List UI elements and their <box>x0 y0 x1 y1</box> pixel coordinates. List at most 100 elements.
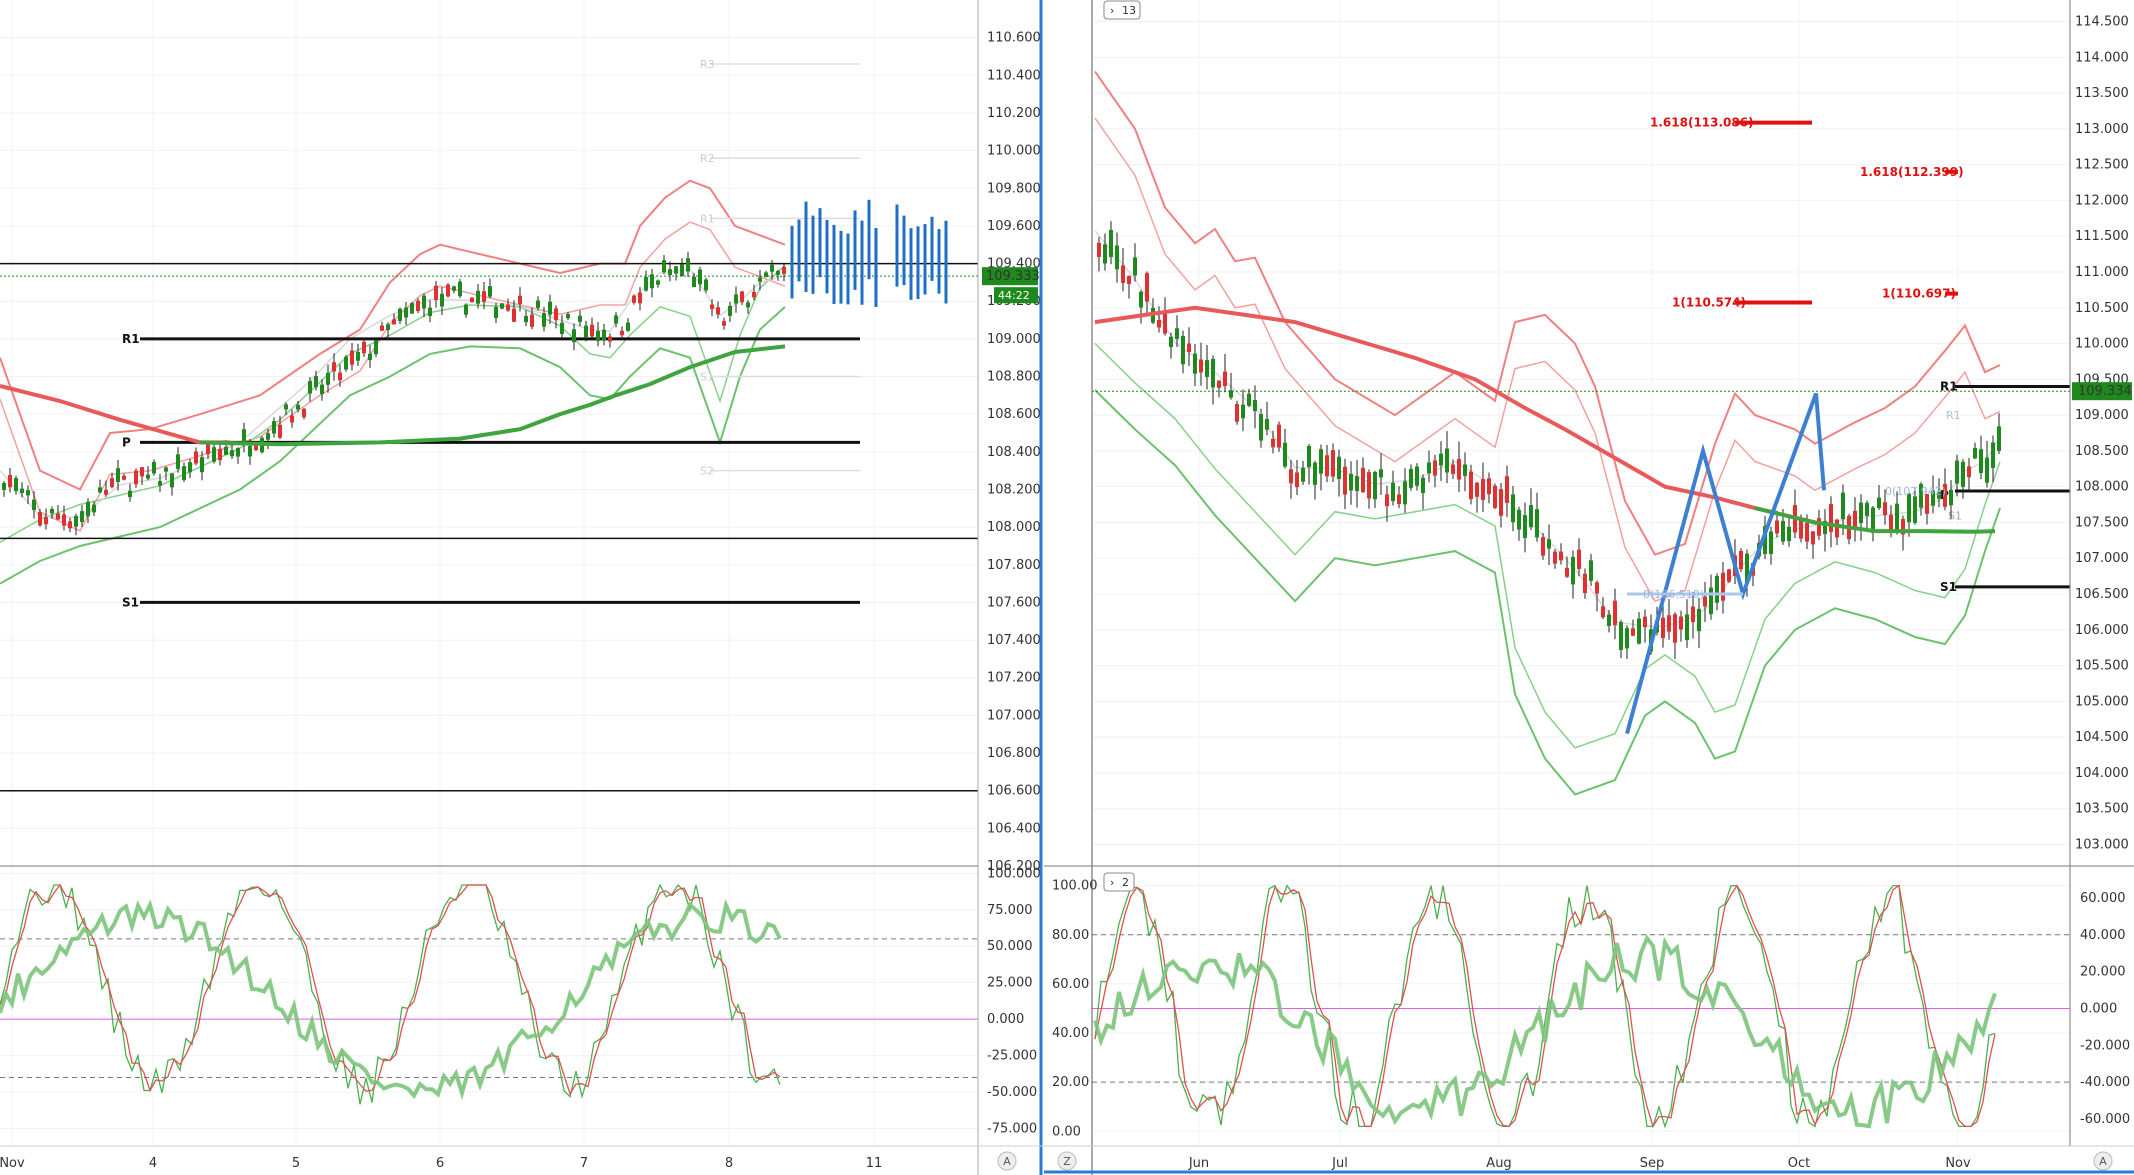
left-candle-body[interactable] <box>530 314 534 327</box>
left-candle-body[interactable] <box>74 515 78 527</box>
study-badge-osc[interactable]: › 2 <box>1103 872 1135 892</box>
right-candle-body[interactable] <box>1613 600 1617 626</box>
right-candle-body[interactable] <box>1739 550 1743 570</box>
right-candle-body[interactable] <box>1805 522 1809 542</box>
right-candle-body[interactable] <box>1535 509 1539 538</box>
right-chart-pane[interactable]: 1.618(113.086) 1.618(112.399) 1(110.574) 1(… <box>1044 0 2134 1175</box>
left-candle-body[interactable] <box>554 308 558 321</box>
right-candle-body[interactable] <box>1499 489 1503 516</box>
right-candle-body[interactable] <box>1349 473 1353 491</box>
right-candle-body[interactable] <box>1283 442 1287 467</box>
left-candle-body[interactable] <box>104 489 108 495</box>
right-candle-body[interactable] <box>1853 510 1857 529</box>
left-candle-body[interactable] <box>470 297 474 302</box>
left-candle-body[interactable] <box>632 295 636 303</box>
left-candle-body[interactable] <box>326 372 330 385</box>
right-candle-body[interactable] <box>1625 628 1629 649</box>
right-candle-body[interactable] <box>1673 614 1677 643</box>
right-candle-body[interactable] <box>1973 447 1977 459</box>
right-candle-body[interactable] <box>1769 531 1773 554</box>
right-candle-body[interactable] <box>1877 497 1881 508</box>
left-candle-body[interactable] <box>740 291 744 303</box>
left-candle-body[interactable] <box>338 372 342 381</box>
right-candle-body[interactable] <box>1331 450 1335 477</box>
left-candle-body[interactable] <box>662 260 666 273</box>
left-candle-body[interactable] <box>308 381 312 394</box>
right-candle-body[interactable] <box>1619 622 1623 650</box>
left-candle-body[interactable] <box>254 445 258 451</box>
left-candle-body[interactable] <box>476 290 480 304</box>
auto-scale-button-right[interactable]: A <box>2093 1151 2113 1171</box>
left-candle-body[interactable] <box>176 454 180 469</box>
right-candle-body[interactable] <box>1163 312 1167 334</box>
right-candle-body[interactable] <box>1997 426 2001 451</box>
right-candle-body[interactable] <box>1295 472 1299 488</box>
right-candle-body[interactable] <box>1433 460 1437 476</box>
left-candle-body[interactable] <box>746 302 750 308</box>
left-candle-body[interactable] <box>728 305 732 316</box>
right-candle-body[interactable] <box>1493 485 1497 508</box>
left-candle-body[interactable] <box>410 303 414 314</box>
auto-scale-button-left[interactable]: A <box>997 1151 1017 1171</box>
left-candle-body[interactable] <box>86 501 90 517</box>
left-candle-body[interactable] <box>452 286 456 291</box>
left-candle-body[interactable] <box>584 325 588 338</box>
left-candle-body[interactable] <box>344 356 348 370</box>
right-candle-body[interactable] <box>1679 616 1683 630</box>
right-candle-body[interactable] <box>1457 459 1461 480</box>
left-candle-body[interactable] <box>626 322 630 331</box>
right-candle-body[interactable] <box>1169 336 1173 348</box>
left-candle-body[interactable] <box>128 490 132 498</box>
right-candle-body[interactable] <box>1907 493 1911 523</box>
right-candle-body[interactable] <box>1985 457 1989 483</box>
left-candle-body[interactable] <box>752 291 756 298</box>
left-candle-body[interactable] <box>2 482 6 490</box>
right-candle-body[interactable] <box>1367 472 1371 499</box>
left-candle-body[interactable] <box>212 447 216 462</box>
right-candle-body[interactable] <box>1799 519 1803 539</box>
left-candle-body[interactable] <box>158 481 162 486</box>
right-candle-body[interactable] <box>1559 551 1563 561</box>
left-candle-body[interactable] <box>596 330 600 341</box>
left-candle-body[interactable] <box>164 467 168 472</box>
left-candle-body[interactable] <box>146 474 150 479</box>
left-candle-body[interactable] <box>494 306 498 319</box>
left-candle-body[interactable] <box>134 470 138 485</box>
right-candle-body[interactable] <box>1229 390 1233 398</box>
left-candle-body[interactable] <box>230 450 234 457</box>
right-candle-body[interactable] <box>1505 476 1509 503</box>
right-candle-body[interactable] <box>1469 471 1473 500</box>
left-candle-body[interactable] <box>290 415 294 423</box>
right-candle-body[interactable] <box>1523 515 1527 538</box>
right-candle-body[interactable] <box>1097 242 1101 257</box>
left-candle-body[interactable] <box>14 478 18 492</box>
left-candle-body[interactable] <box>398 308 402 322</box>
left-candle-body[interactable] <box>650 274 654 289</box>
right-candle-body[interactable] <box>1313 462 1317 485</box>
right-candle-body[interactable] <box>1121 265 1125 283</box>
right-candle-body[interactable] <box>1385 494 1389 507</box>
right-candle-body[interactable] <box>1955 460 1959 484</box>
right-candle-body[interactable] <box>1403 481 1407 505</box>
left-candle-body[interactable] <box>140 467 144 477</box>
right-candle-body[interactable] <box>1181 335 1185 365</box>
left-candle-body[interactable] <box>194 451 198 464</box>
right-candle-body[interactable] <box>1601 606 1605 618</box>
right-candle-body[interactable] <box>1205 360 1209 377</box>
right-candle-body[interactable] <box>1235 404 1239 422</box>
left-candle-body[interactable] <box>542 313 546 327</box>
left-candle-body[interactable] <box>110 478 114 488</box>
left-candle-body[interactable] <box>332 362 336 372</box>
right-candle-body[interactable] <box>1835 519 1839 538</box>
right-candle-body[interactable] <box>1307 445 1311 467</box>
left-candle-body[interactable] <box>764 272 768 278</box>
left-candle-body[interactable] <box>500 303 504 309</box>
left-candle-body[interactable] <box>320 384 324 394</box>
right-candle-body[interactable] <box>1691 606 1695 623</box>
right-candle-body[interactable] <box>1631 628 1635 636</box>
right-candle-body[interactable] <box>1529 505 1533 528</box>
left-candle-body[interactable] <box>224 446 228 455</box>
left-candle-body[interactable] <box>440 293 444 307</box>
right-candle-body[interactable] <box>1427 462 1431 474</box>
right-candle-body[interactable] <box>1685 614 1689 641</box>
